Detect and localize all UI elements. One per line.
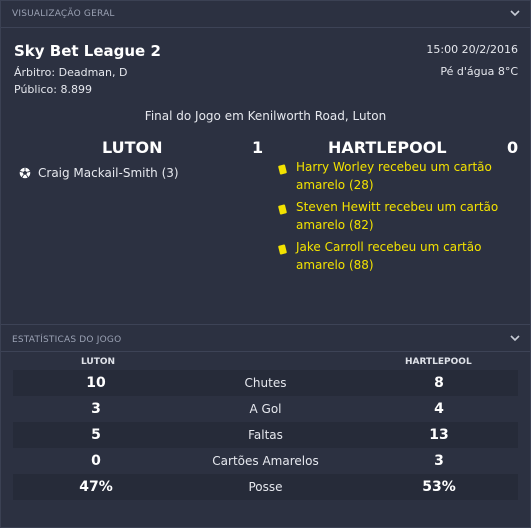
attendance-text: Público: 8.899 <box>14 83 92 96</box>
home-goal-event: Craig Mackail-Smith (3) <box>19 166 179 180</box>
divider <box>1 27 530 28</box>
match-datetime: 15:00 20/2/2016 <box>426 43 518 56</box>
stat-row: 0 Cartões Amarelos 3 <box>13 448 518 474</box>
away-score: 0 <box>507 138 519 157</box>
referee-text: Árbitro: Deadman, D <box>14 66 128 79</box>
stat-row: 47% Posse 53% <box>13 474 518 500</box>
card-event-line[interactable]: Steven Hewitt recebeu um cartão <box>296 198 509 216</box>
away-card-event: Steven Hewitt recebeu um cartão amarelo … <box>278 198 509 234</box>
stats-home-label: LUTON <box>81 357 116 367</box>
stat-row: 5 Faltas 13 <box>13 422 518 448</box>
card-event-line: amarelo (82) <box>296 218 374 232</box>
match-overview-window: VISUALIZAÇÃO GERAL Sky Bet League 2 Árbi… <box>0 0 531 528</box>
divider <box>1 351 530 352</box>
stat-away-value: 4 <box>434 401 444 417</box>
away-card-event: Jake Carroll recebeu um cartão amarelo (… <box>278 238 509 274</box>
home-team-name[interactable]: LUTON <box>102 138 163 157</box>
yellow-card-icon <box>278 204 287 215</box>
card-event-line: amarelo (28) <box>296 178 374 192</box>
overview-panel-title: VISUALIZAÇÃO GERAL <box>12 9 115 19</box>
away-card-event: Harry Worley recebeu um cartão amarelo (… <box>278 158 509 194</box>
card-event-line[interactable]: Harry Worley recebeu um cartão <box>296 158 509 176</box>
home-score: 1 <box>252 138 264 157</box>
stats-panel-header[interactable]: ESTATÍSTICAS DO JOGO <box>1 325 530 351</box>
stats-away-label: HARTLEPOOL <box>405 357 472 367</box>
chevron-down-icon[interactable] <box>508 6 522 20</box>
stat-row: 10 Chutes 8 <box>13 370 518 396</box>
card-event-line[interactable]: Jake Carroll recebeu um cartão <box>296 238 509 256</box>
yellow-card-icon <box>278 244 287 255</box>
overview-panel-header[interactable]: VISUALIZAÇÃO GERAL <box>1 1 530 27</box>
stat-away-value: 53% <box>422 479 456 495</box>
stat-away-value: 8 <box>434 375 444 391</box>
ball-icon <box>19 167 31 179</box>
card-event-line: amarelo (88) <box>296 258 374 272</box>
yellow-card-icon <box>278 164 287 175</box>
home-goal-scorer[interactable]: Craig Mackail-Smith (3) <box>38 166 179 180</box>
stats-panel-title: ESTATÍSTICAS DO JOGO <box>12 335 122 345</box>
stat-away-value: 3 <box>434 453 444 469</box>
match-venue-status: Final do Jogo em Kenilworth Road, Luton <box>144 109 387 123</box>
stat-away-value: 13 <box>429 427 449 443</box>
league-name: Sky Bet League 2 <box>14 42 161 60</box>
weather-text: Pé d'água 8°C <box>440 65 518 78</box>
away-team-name[interactable]: HARTLEPOOL <box>328 138 447 157</box>
chevron-down-icon[interactable] <box>508 331 522 345</box>
stat-row: 3 A Gol 4 <box>13 396 518 422</box>
